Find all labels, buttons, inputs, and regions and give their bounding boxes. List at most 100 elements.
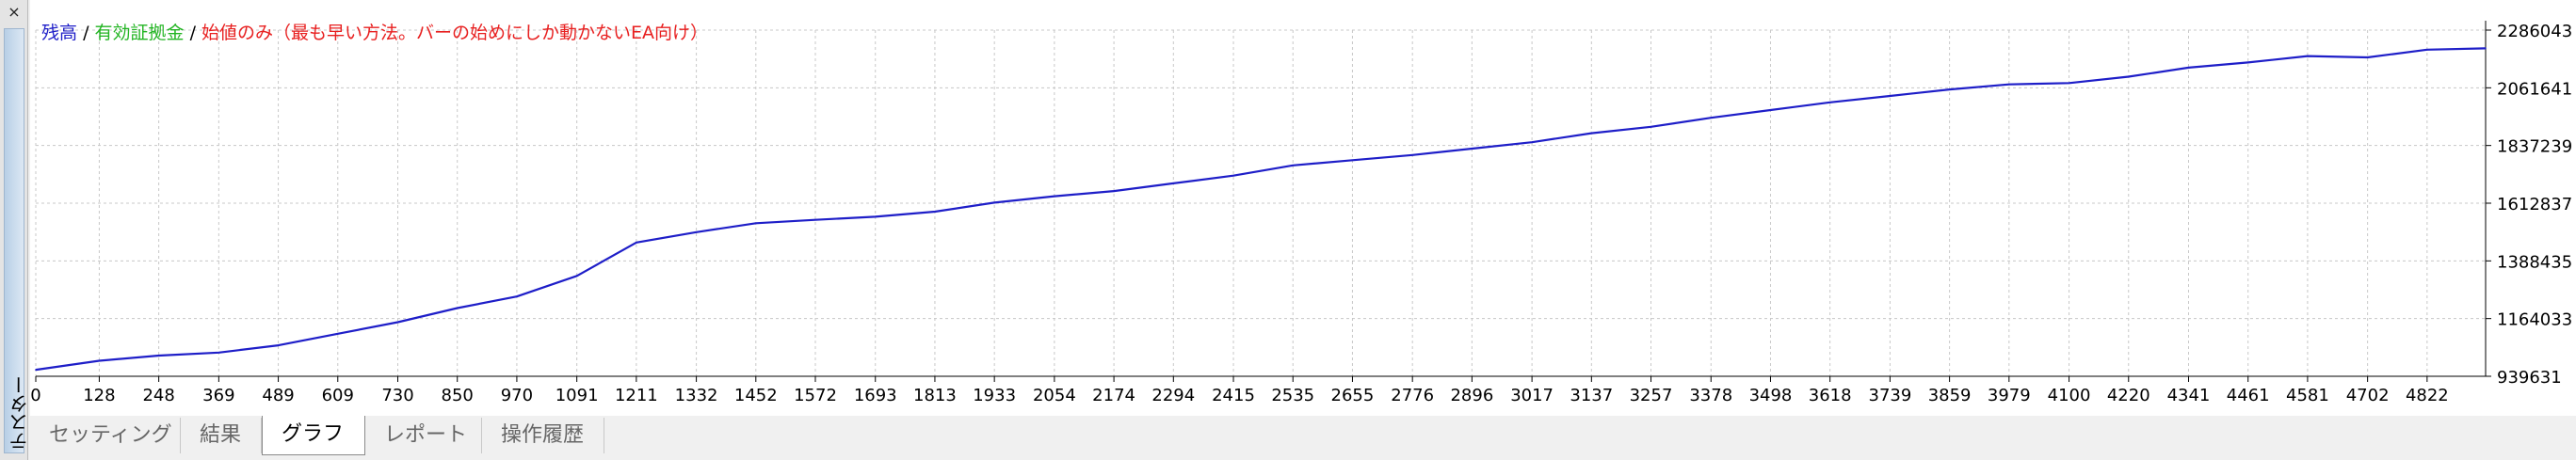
x-tick-label: 730	[381, 386, 413, 405]
balance-point	[157, 355, 160, 357]
x-tick-label: 4822	[2406, 386, 2449, 405]
tab-settings[interactable]: セッティング	[30, 418, 181, 453]
x-tick-label: 3859	[1928, 386, 1972, 405]
close-icon[interactable]: ×	[6, 4, 23, 21]
legend-balance: 残高	[41, 23, 78, 43]
balance-point	[934, 211, 936, 213]
balance-point	[1232, 174, 1234, 177]
balance-point	[1172, 182, 1175, 184]
balance-point	[1828, 102, 1831, 103]
x-tick-label: 3979	[1988, 386, 2031, 405]
x-tick-label: 4220	[2107, 386, 2150, 405]
balance-point	[1292, 165, 1294, 167]
x-tick-label: 0	[30, 386, 40, 405]
balance-point	[98, 359, 101, 362]
legend-model-note: 始値のみ（最も早い方法。バーの始めにしか動かないEA向け）	[201, 23, 709, 43]
balance-point	[2426, 49, 2428, 51]
tab-results[interactable]: 結果	[181, 418, 262, 453]
y-tick-label: 1837239	[2497, 137, 2572, 157]
x-tick-label: 128	[83, 386, 115, 405]
balance-point	[2246, 61, 2249, 64]
balance-point	[2068, 82, 2070, 85]
x-tick-label: 2896	[1450, 386, 1493, 405]
x-tick-label: 1933	[973, 386, 1016, 405]
x-tick-label: 4461	[2227, 386, 2270, 405]
balance-point	[1054, 195, 1055, 198]
balance-point	[2008, 83, 2010, 86]
balance-point	[1710, 117, 1713, 119]
x-tick-label: 2294	[1151, 386, 1195, 405]
y-tick-label: 1612837	[2497, 195, 2572, 214]
legend-separator: /	[189, 23, 196, 43]
graph-panel: 0 128 248 369 489 609 730 850 970 1091 1211 1332 145…	[30, 0, 2576, 417]
x-tick-label: 3618	[1809, 386, 1852, 405]
balance-chart: 0 128 248 369 489 609 730 850 970 1091 1211 1332 145…	[30, 21, 2572, 405]
balance-point	[1650, 126, 1652, 128]
y-tick-label: 939631	[2497, 368, 2562, 388]
x-tick-label: 2776	[1391, 386, 1434, 405]
x-tick-label: 609	[322, 386, 354, 405]
x-tick-label: 1332	[675, 386, 718, 405]
balance-point	[2485, 47, 2487, 50]
side-panel: × テスター	[0, 0, 31, 460]
legend-separator: /	[83, 23, 89, 43]
y-tick-label: 1164033	[2497, 310, 2572, 330]
x-tick-label: 2174	[1092, 386, 1135, 405]
tester-tab-bar: セッティング 結果 グラフ レポート 操作履歴	[30, 416, 2576, 460]
balance-point	[695, 231, 698, 233]
tester-side-tab[interactable]: テスター	[4, 28, 31, 453]
x-tick-label: 369	[202, 386, 234, 405]
balance-point	[1471, 148, 1473, 150]
balance-point	[575, 275, 578, 278]
x-tick-label: 248	[142, 386, 174, 405]
x-tick-label: 3137	[1570, 386, 1613, 405]
balance-point	[874, 215, 877, 218]
balance-point	[1948, 88, 1951, 90]
balance-point	[35, 369, 37, 371]
balance-point	[2128, 75, 2130, 78]
balance-point	[2307, 55, 2309, 57]
x-tick-label: 2655	[1331, 386, 1375, 405]
balance-point	[755, 222, 757, 225]
legend-equity: 有効証拠金	[94, 23, 185, 43]
x-tick-label: 4100	[2048, 386, 2091, 405]
balance-point	[1769, 109, 1772, 111]
x-tick-label: 4341	[2167, 386, 2211, 405]
x-tick-label: 1211	[615, 386, 658, 405]
balance-point	[277, 344, 280, 346]
tab-graph[interactable]: グラフ	[262, 416, 365, 455]
balance-point	[1113, 190, 1115, 192]
balance-point	[1889, 95, 1892, 97]
y-tick-label: 2061641	[2497, 79, 2572, 99]
balance-point	[1351, 159, 1354, 162]
tab-report[interactable]: レポート	[365, 418, 482, 453]
x-tick-label: 3017	[1510, 386, 1554, 405]
balance-point	[396, 321, 399, 324]
x-tick-label: 2535	[1271, 386, 1314, 405]
x-tick-label: 2415	[1212, 386, 1255, 405]
x-tick-label: 3378	[1689, 386, 1732, 405]
balance-point	[217, 352, 220, 354]
balance-point	[456, 307, 459, 309]
tab-journal[interactable]: 操作履歴	[482, 418, 604, 453]
x-tick-label: 1452	[734, 386, 778, 405]
balance-point	[337, 333, 339, 335]
tester-side-tab-label: テスター	[8, 375, 31, 451]
x-tick-label: 3257	[1630, 386, 1673, 405]
balance-point	[814, 218, 816, 221]
balance-point	[1531, 141, 1533, 143]
y-tick-label: 1388435	[2497, 252, 2572, 272]
x-tick-label: 2054	[1033, 386, 1076, 405]
balance-point	[516, 295, 518, 298]
x-tick-label: 970	[501, 386, 533, 405]
balance-point	[1590, 132, 1593, 135]
x-tick-label: 1572	[794, 386, 837, 405]
balance-point	[1411, 154, 1413, 156]
x-tick-label: 3739	[1869, 386, 1912, 405]
y-tick-label: 2286043	[2497, 22, 2572, 41]
x-tick-label: 489	[262, 386, 294, 405]
x-tick-label: 1091	[555, 386, 599, 405]
balance-point	[993, 201, 995, 204]
x-tick-label: 1693	[854, 386, 897, 405]
x-tick-label: 4702	[2346, 386, 2390, 405]
